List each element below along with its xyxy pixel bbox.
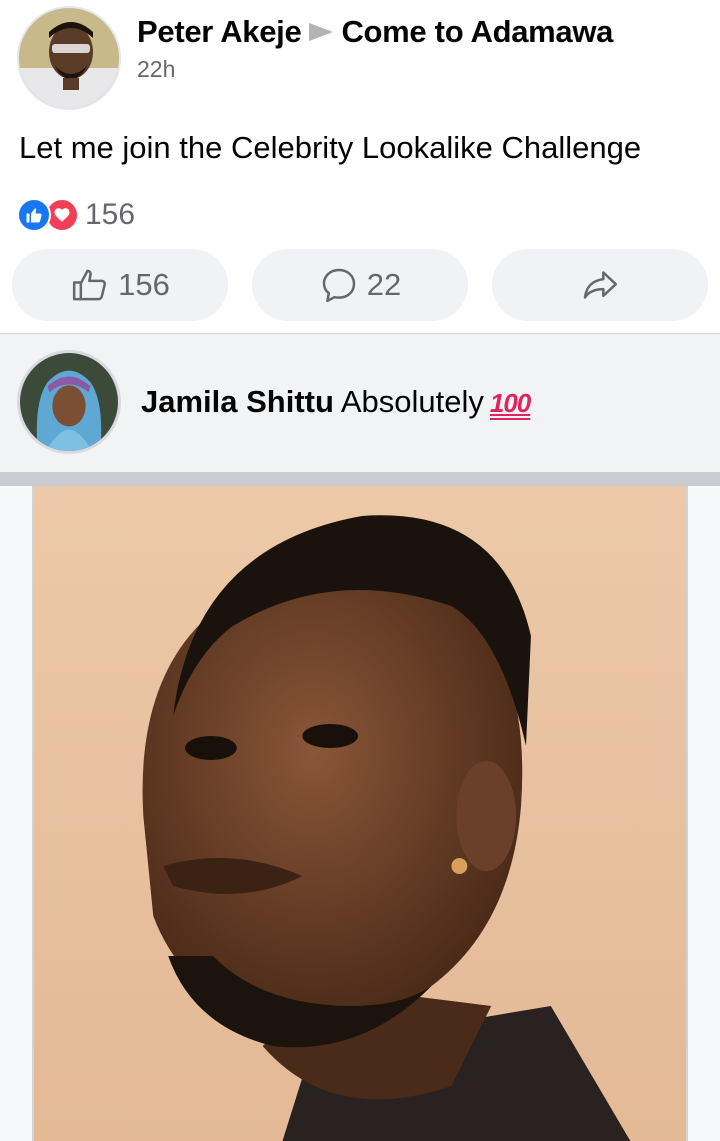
commenter-avatar-image — [20, 353, 118, 451]
arrow-right-icon — [309, 22, 334, 41]
attached-photo[interactable] — [32, 486, 688, 1141]
like-icon — [17, 198, 51, 232]
like-count: 156 — [118, 267, 170, 302]
group-name[interactable]: Come to Adamawa — [341, 14, 613, 49]
post-title: Peter Akeje Come to Adamawa — [137, 14, 613, 50]
comment-button[interactable]: 22 — [252, 249, 468, 321]
hundred-points-emoji-icon: 100 — [489, 388, 531, 418]
like-button[interactable]: 156 — [12, 249, 228, 321]
share-icon — [583, 271, 618, 299]
comment-icon — [322, 268, 355, 303]
post-text: Let me join the Celebrity Lookalike Chal… — [19, 130, 642, 165]
action-bar: 156 22 — [12, 249, 708, 321]
comment-count: 22 — [366, 267, 402, 302]
thumbs-up-icon — [73, 269, 107, 301]
reaction-summary[interactable]: 156 — [17, 195, 135, 235]
commenter-name[interactable]: Jamila Shittu — [141, 384, 334, 419]
post-header: Peter Akeje Come to Adamawa 22h — [0, 0, 720, 110]
post-timestamp[interactable]: 22h — [137, 56, 175, 83]
portrait-photo-image — [34, 486, 686, 1141]
comment-body: Jamila Shittu Absolutely 100 — [141, 384, 531, 420]
comment-text: Absolutely — [340, 384, 484, 419]
author-avatar-image — [19, 8, 119, 108]
share-button[interactable] — [492, 249, 708, 321]
attached-photo-container — [0, 486, 720, 1141]
author-name[interactable]: Peter Akeje — [137, 14, 302, 49]
reaction-count: 156 — [85, 198, 136, 231]
section-divider — [0, 472, 720, 486]
commenter-avatar[interactable] — [17, 350, 121, 454]
author-avatar[interactable] — [17, 6, 121, 110]
top-comment[interactable]: Jamila Shittu Absolutely 100 — [0, 334, 720, 472]
